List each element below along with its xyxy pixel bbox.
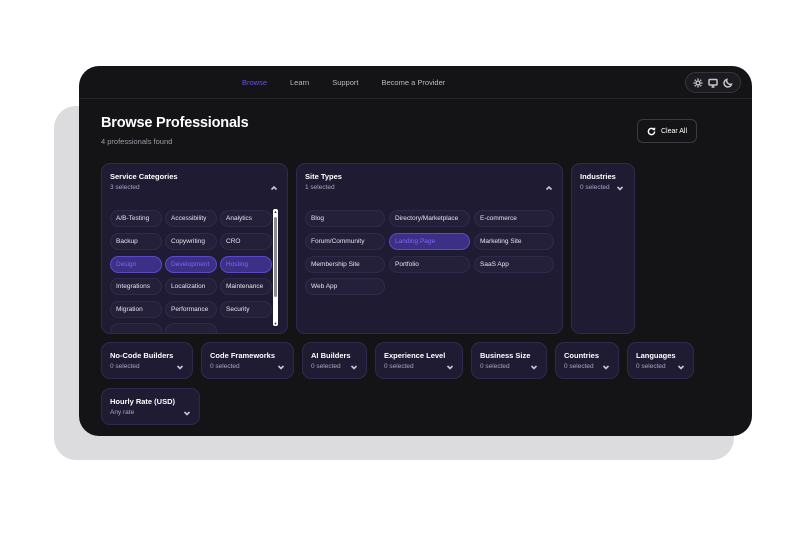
- category-chip-maintenance[interactable]: Maintenance: [220, 278, 272, 295]
- chevron-down-icon: [530, 358, 538, 370]
- filter-value: 0 selected: [636, 363, 666, 370]
- category-chip-design[interactable]: Design: [110, 256, 162, 273]
- filter-title: Experience Level: [384, 351, 446, 360]
- sun-icon[interactable]: [691, 76, 704, 89]
- nav-support[interactable]: Support: [332, 78, 358, 87]
- site-type-chip-directory[interactable]: Directory/Marketplace: [389, 210, 470, 227]
- filter-languages[interactable]: Languages 0 selected: [627, 342, 694, 379]
- filter-ai-builders[interactable]: AI Builders 0 selected: [302, 342, 367, 379]
- filter-title: Languages: [636, 351, 676, 360]
- site-type-chip-portfolio[interactable]: Portfolio: [389, 256, 470, 273]
- industries-panel[interactable]: Industries 0 selected: [571, 163, 635, 334]
- category-chip-copywriting[interactable]: Copywriting: [165, 233, 217, 250]
- chevron-up-icon[interactable]: [545, 179, 553, 191]
- filter-title: Code Frameworks: [210, 351, 276, 360]
- filter-title: Countries: [564, 351, 600, 360]
- category-chip-cro[interactable]: CRO: [220, 233, 272, 250]
- chevron-down-icon: [602, 358, 610, 370]
- category-chip-security[interactable]: Security: [220, 301, 272, 318]
- theme-switcher: [685, 72, 741, 93]
- moon-icon[interactable]: [722, 76, 735, 89]
- category-chip-localization[interactable]: Localization: [165, 278, 217, 295]
- panel-selected-count: 1 selected: [305, 184, 335, 191]
- category-scrollbar[interactable]: ▲ ▼: [273, 209, 278, 326]
- filter-title: AI Builders: [311, 351, 351, 360]
- chevron-down-icon: [277, 358, 285, 370]
- filter-value: Any rate: [110, 409, 135, 416]
- site-type-chip-blog[interactable]: Blog: [305, 210, 385, 227]
- filter-value: 0 selected: [311, 363, 341, 370]
- category-chip-migration[interactable]: Migration: [110, 301, 162, 318]
- clear-all-label: Clear All: [660, 127, 688, 135]
- filter-code-frameworks[interactable]: Code Frameworks 0 selected: [201, 342, 294, 379]
- category-chip-development[interactable]: Development: [165, 256, 217, 273]
- site-type-chip-web-app[interactable]: Web App: [305, 278, 385, 295]
- category-chip-integrations[interactable]: Integrations: [110, 278, 162, 295]
- main-nav: Browse Learn Support Become a Provider: [242, 78, 468, 87]
- nav-browse[interactable]: Browse: [242, 78, 267, 87]
- panel-selected-count: 0 selected: [580, 184, 610, 191]
- chevron-down-icon: [350, 358, 358, 370]
- panel-selected-count: 3 selected: [110, 184, 140, 191]
- site-type-chip-ecommerce[interactable]: E-commerce: [474, 210, 554, 227]
- chevron-down-icon: [446, 358, 454, 370]
- nav-learn[interactable]: Learn: [290, 78, 309, 87]
- category-chip-backup[interactable]: Backup: [110, 233, 162, 250]
- page-title: Browse Professionals: [101, 115, 249, 131]
- scroll-up-arrow[interactable]: ▲: [273, 209, 278, 214]
- panel-title: Industries: [580, 172, 616, 181]
- filter-title: Hourly Rate (USD): [110, 397, 176, 406]
- site-types-panel: Site Types 1 selected Blog Directory/Mar…: [296, 163, 563, 334]
- filter-value: 0 selected: [480, 363, 510, 370]
- scroll-down-arrow[interactable]: ▼: [273, 321, 278, 326]
- category-chip-partial: [110, 323, 162, 333]
- category-chip-accessibility[interactable]: Accessibility: [165, 210, 217, 227]
- app-window: Browse Learn Support Become a Provider B…: [79, 66, 752, 436]
- site-type-chip-saas-app[interactable]: SaaS App: [474, 256, 554, 273]
- site-type-chip-landing-page[interactable]: Landing Page: [389, 233, 470, 250]
- site-type-chip-forum[interactable]: Forum/Community: [305, 233, 385, 250]
- chevron-down-icon[interactable]: [616, 179, 624, 191]
- filter-title: Business Size: [480, 351, 531, 360]
- filter-hourly-rate[interactable]: Hourly Rate (USD) Any rate: [101, 388, 200, 425]
- filter-value: 0 selected: [564, 363, 594, 370]
- nav-become-provider[interactable]: Become a Provider: [381, 78, 445, 87]
- chevron-up-icon[interactable]: [270, 179, 278, 191]
- filter-business-size[interactable]: Business Size 0 selected: [471, 342, 547, 379]
- scrollbar-thumb[interactable]: [274, 217, 277, 297]
- filter-value: 0 selected: [384, 363, 414, 370]
- filter-experience-level[interactable]: Experience Level 0 selected: [375, 342, 463, 379]
- category-chip-ab-testing[interactable]: A/B-Testing: [110, 210, 162, 227]
- filter-value: 0 selected: [210, 363, 240, 370]
- panel-title: Service Categories: [110, 172, 178, 181]
- filter-no-code-builders[interactable]: No-Code Builders 0 selected: [101, 342, 193, 379]
- category-chip-partial: [165, 323, 217, 333]
- monitor-icon[interactable]: [706, 76, 719, 89]
- top-nav-bar: Browse Learn Support Become a Provider: [79, 66, 752, 99]
- chevron-down-icon: [183, 404, 191, 416]
- refresh-icon: [647, 127, 656, 135]
- chevron-down-icon: [677, 358, 685, 370]
- category-chip-hosting[interactable]: Hosting: [220, 256, 272, 273]
- site-type-chip-marketing-site[interactable]: Marketing Site: [474, 233, 554, 250]
- service-categories-panel: Service Categories 3 selected A/B-Testin…: [101, 163, 288, 334]
- category-chip-performance[interactable]: Performance: [165, 301, 217, 318]
- filter-title: No-Code Builders: [110, 351, 174, 360]
- filter-countries[interactable]: Countries 0 selected: [555, 342, 619, 379]
- filter-value: 0 selected: [110, 363, 140, 370]
- category-chip-analytics[interactable]: Analytics: [220, 210, 272, 227]
- results-count: 4 professionals found: [101, 137, 173, 146]
- panel-title: Site Types: [305, 172, 342, 181]
- clear-all-button[interactable]: Clear All: [637, 119, 697, 143]
- site-type-chip-membership[interactable]: Membership Site: [305, 256, 385, 273]
- chevron-down-icon: [176, 358, 184, 370]
